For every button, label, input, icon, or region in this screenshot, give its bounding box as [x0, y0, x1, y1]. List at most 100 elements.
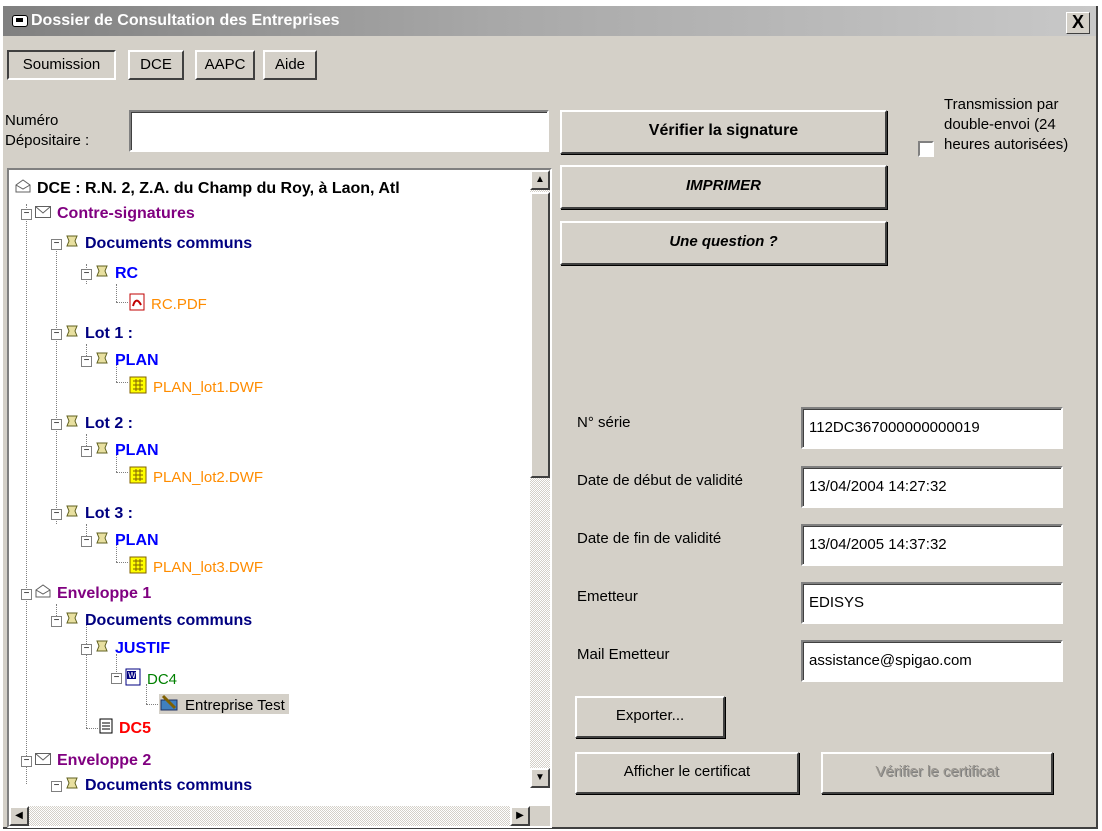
- collapse-icon[interactable]: −: [21, 209, 32, 220]
- show-certificate-button[interactable]: Afficher le certificat: [575, 752, 799, 794]
- tree-item[interactable]: Lot 1 :: [65, 324, 133, 344]
- depositaire-label-line1: Numéro: [5, 112, 59, 129]
- text-file-icon: [99, 718, 113, 740]
- collapse-icon[interactable]: −: [81, 269, 92, 280]
- scroll-icon: [65, 504, 79, 524]
- tree-item[interactable]: W DC4: [125, 668, 177, 688]
- question-button[interactable]: Une question ?: [560, 221, 887, 265]
- tree-item-label: Lot 1 :: [85, 325, 133, 343]
- scroll-left-icon[interactable]: ◀: [9, 806, 29, 826]
- collapse-icon[interactable]: −: [51, 419, 62, 430]
- tree-item[interactable]: Lot 2 :: [65, 414, 133, 434]
- debut-field[interactable]: 13/04/2004 14:27:32: [801, 466, 1063, 508]
- tab-dce[interactable]: DCE: [128, 50, 184, 80]
- window-title: Dossier de Consultation des Entreprises: [31, 12, 340, 29]
- tree-item-label: PLAN_lot2.DWF: [153, 468, 264, 486]
- scrollbar-thumb[interactable]: [530, 192, 550, 478]
- serie-field[interactable]: 112DC367000000000019: [801, 407, 1063, 449]
- tree-item-label: PLAN: [115, 352, 159, 370]
- emetteur-label: Emetteur: [577, 588, 638, 605]
- collapse-icon[interactable]: −: [51, 239, 62, 250]
- verify-signature-button[interactable]: Vérifier la signature: [560, 110, 887, 154]
- collapse-icon[interactable]: −: [51, 616, 62, 627]
- tree-item[interactable]: Documents communs: [65, 776, 252, 796]
- tree-item[interactable]: RC.PDF: [129, 293, 207, 313]
- dwf-file-icon: [129, 376, 147, 400]
- export-button[interactable]: Exporter...: [575, 696, 725, 738]
- scroll-up-icon[interactable]: ▲: [530, 170, 550, 190]
- scroll-down-icon[interactable]: ▼: [530, 768, 550, 788]
- tree-item[interactable]: PLAN: [95, 351, 159, 371]
- depositaire-input[interactable]: [129, 110, 549, 152]
- scroll-icon: [95, 264, 109, 284]
- emetteur-field[interactable]: EDISYS: [801, 582, 1063, 624]
- debut-label: Date de début de validité: [577, 472, 743, 489]
- tree-item[interactable]: PLAN_lot2.DWF: [129, 466, 263, 486]
- tree-item[interactable]: Enveloppe 2: [35, 751, 151, 771]
- tab-aapc[interactable]: AAPC: [195, 50, 255, 80]
- transmission-label-line2: double-envoi (24: [944, 116, 1056, 133]
- tree-root-label: DCE : R.N. 2, Z.A. du Champ du Roy, à La…: [37, 180, 400, 198]
- tree-item[interactable]: Documents communs: [65, 611, 252, 631]
- tree-item[interactable]: DC5: [99, 718, 151, 738]
- dwf-file-icon: [129, 466, 147, 490]
- title-bar[interactable]: Dossier de Consultation des Entreprises …: [3, 6, 1096, 36]
- tree-item-label: PLAN_lot3.DWF: [153, 558, 264, 576]
- scroll-icon: [95, 441, 109, 461]
- tree-item[interactable]: PLAN_lot3.DWF: [129, 556, 263, 576]
- close-button[interactable]: X: [1066, 12, 1090, 34]
- collapse-icon[interactable]: −: [51, 781, 62, 792]
- tree-item[interactable]: RC: [95, 264, 138, 284]
- scroll-right-icon[interactable]: ▶: [510, 806, 530, 826]
- collapse-icon[interactable]: −: [81, 644, 92, 655]
- tree-item[interactable]: Enveloppe 1: [35, 584, 151, 604]
- transmission-label-line3: heures autorisées): [944, 136, 1069, 153]
- collapse-icon[interactable]: −: [111, 673, 122, 684]
- tree-item[interactable]: PLAN_lot1.DWF: [129, 376, 263, 396]
- print-button[interactable]: IMPRIMER: [560, 165, 887, 209]
- tree-item[interactable]: PLAN: [95, 441, 159, 461]
- mail-field[interactable]: assistance@spigao.com: [801, 640, 1063, 682]
- open-envelope-icon: [15, 179, 31, 199]
- tree-item[interactable]: Lot 3 :: [65, 504, 133, 524]
- tree-item-label: JUSTIF: [115, 640, 171, 658]
- document-tree[interactable]: DCE : R.N. 2, Z.A. du Champ du Roy, à La…: [7, 168, 552, 828]
- collapse-icon[interactable]: −: [81, 446, 92, 457]
- tree-item[interactable]: JUSTIF: [95, 639, 170, 659]
- scroll-icon: [65, 776, 79, 796]
- open-envelope-icon: [35, 584, 51, 604]
- tree-item-label: Contre-signatures: [57, 205, 195, 223]
- collapse-icon[interactable]: −: [81, 356, 92, 367]
- collapse-icon[interactable]: −: [51, 509, 62, 520]
- scroll-icon: [95, 639, 109, 659]
- tab-soumission[interactable]: Soumission: [7, 50, 116, 80]
- transmission-label-line1: Transmission par: [944, 96, 1059, 113]
- svg-text:W: W: [128, 671, 136, 680]
- tree-root[interactable]: DCE : R.N. 2, Z.A. du Champ du Roy, à La…: [15, 179, 400, 199]
- tree-item-label: Enveloppe 1: [57, 585, 152, 603]
- tree-item-label: Enveloppe 2: [57, 752, 152, 770]
- vertical-scrollbar[interactable]: ▲ ▼: [530, 170, 550, 788]
- tree-item-label: DC4: [147, 670, 178, 688]
- transmission-checkbox[interactable]: [918, 141, 934, 157]
- pdf-icon: [129, 293, 145, 317]
- tree-item[interactable]: Contre-signatures: [35, 204, 195, 224]
- fin-label: Date de fin de validité: [577, 530, 722, 547]
- tab-aide[interactable]: Aide: [263, 50, 317, 80]
- tree-item[interactable]: Documents communs: [65, 234, 252, 254]
- tree-item-label: PLAN: [115, 442, 159, 460]
- depositaire-label-line2: Dépositaire :: [5, 132, 90, 149]
- tree-item-label: PLAN_lot1.DWF: [153, 378, 264, 396]
- tree-item-label: Documents communs: [85, 612, 253, 630]
- horizontal-scrollbar[interactable]: ◀ ▶: [9, 806, 530, 826]
- collapse-icon[interactable]: −: [21, 756, 32, 767]
- collapse-icon[interactable]: −: [21, 589, 32, 600]
- tree-item-selected[interactable]: Entreprise Test: [159, 694, 289, 714]
- tree-item[interactable]: PLAN: [95, 531, 159, 551]
- fin-field[interactable]: 13/04/2005 14:37:32: [801, 524, 1063, 566]
- tree-item-label: Documents communs: [85, 777, 253, 795]
- collapse-icon[interactable]: −: [51, 329, 62, 340]
- tree-item-label: PLAN: [115, 532, 159, 550]
- main-window: Dossier de Consultation des Entreprises …: [3, 6, 1098, 829]
- collapse-icon[interactable]: −: [81, 536, 92, 547]
